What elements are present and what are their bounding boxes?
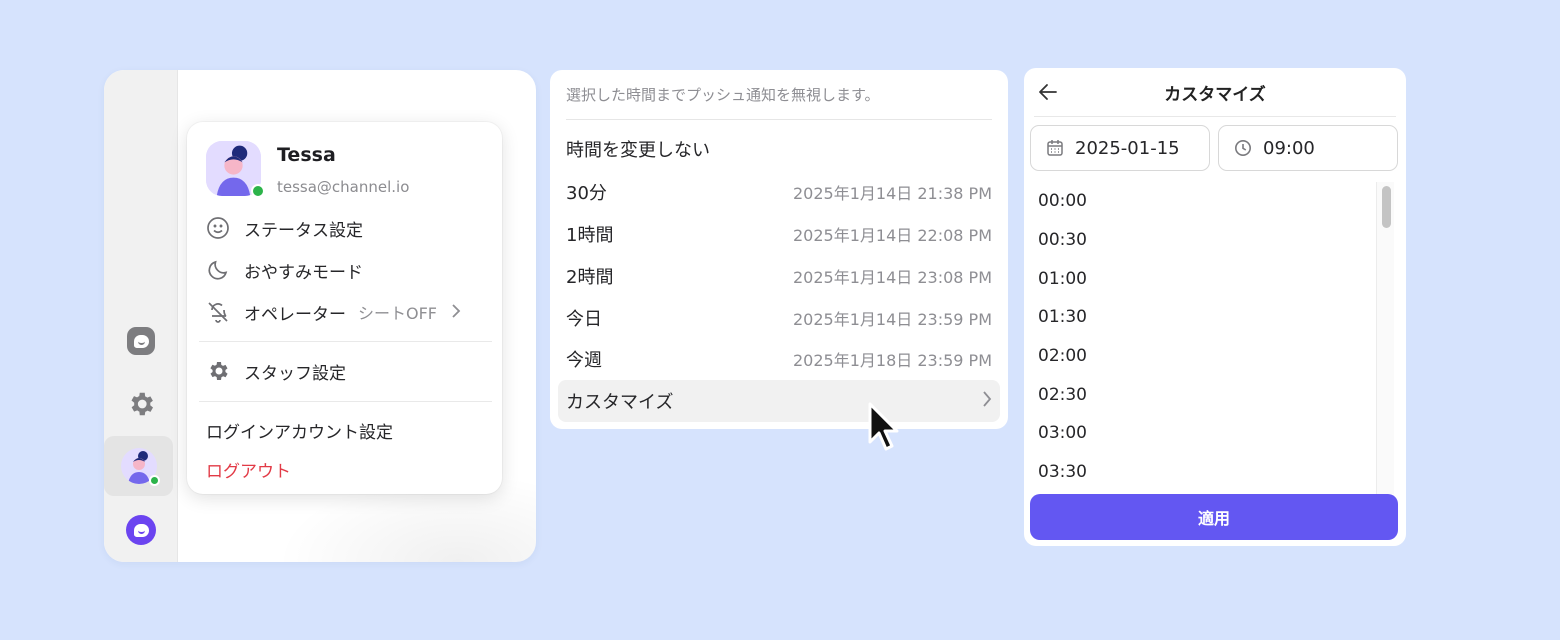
time-option[interactable]: 00:30 (1030, 221, 1376, 260)
sidebar-settings-button[interactable] (104, 374, 178, 434)
chevron-right-icon (451, 303, 461, 322)
sidebar (104, 70, 178, 562)
snooze-option[interactable]: 30分 2025年1月14日 21:38 PM (558, 171, 1000, 213)
operator-item[interactable]: オペレーター シートOFF (206, 298, 486, 326)
login-account-settings-label: ログインアカウント設定 (206, 422, 393, 443)
snooze-option[interactable]: 1時間 2025年1月14日 22:08 PM (558, 213, 1000, 255)
time-option[interactable]: 01:00 (1030, 259, 1376, 298)
time-options-list: 00:00 00:30 01:00 01:30 02:00 02:30 03:0… (1030, 182, 1376, 492)
profile-name: Tessa (277, 144, 336, 166)
snooze-description: 選択した時間までプッシュ通知を無視します。 (566, 86, 880, 104)
menu-divider (199, 401, 492, 402)
operator-label: オペレーター (244, 304, 346, 325)
profile-avatar (206, 141, 265, 198)
back-arrow-icon (1039, 84, 1057, 100)
profile-menu: Tessa tessa@channel.io ステータス設定 おやすみモード オ… (187, 122, 502, 494)
snooze-option[interactable]: 2時間 2025年1月14日 23:08 PM (558, 255, 1000, 297)
divider (1034, 116, 1396, 117)
mouse-pointer-icon (868, 402, 899, 451)
clock-icon (1233, 138, 1253, 158)
snooze-option[interactable]: 時間を変更しない (558, 128, 1000, 170)
menu-divider (199, 341, 492, 342)
online-status-dot (251, 184, 265, 198)
smiley-icon (206, 216, 230, 240)
operator-value: シートOFF (358, 304, 438, 323)
bell-off-icon (206, 300, 230, 324)
logout-item[interactable]: ログアウト (206, 455, 486, 483)
scrollbar-thumb[interactable] (1382, 186, 1391, 228)
time-option[interactable]: 03:00 (1030, 414, 1376, 453)
login-account-settings-item[interactable]: ログインアカウント設定 (206, 416, 486, 444)
status-settings-label: ステータス設定 (244, 220, 363, 241)
snooze-option-label: 30分 (566, 183, 607, 204)
date-value: 2025-01-15 (1075, 137, 1180, 159)
time-field[interactable]: 09:00 (1218, 125, 1398, 171)
snooze-option-time: 2025年1月14日 23:59 PM (793, 310, 992, 329)
snooze-option-time: 2025年1月14日 22:08 PM (793, 226, 992, 245)
moon-icon (206, 258, 230, 282)
snooze-option-label: 今週 (566, 350, 602, 371)
time-option[interactable]: 01:30 (1030, 298, 1376, 337)
avatar (120, 448, 160, 486)
time-option[interactable]: 02:30 (1030, 375, 1376, 414)
snooze-option-label: 今日 (566, 309, 602, 330)
snooze-option[interactable]: 今週 2025年1月18日 23:59 PM (558, 338, 1000, 380)
gear-icon (206, 359, 230, 383)
snooze-option-time: 2025年1月14日 21:38 PM (793, 184, 992, 203)
dnd-mode-item[interactable]: おやすみモード (206, 256, 486, 284)
gear-icon (131, 392, 153, 416)
customize-panel: カスタマイズ 2025-01-15 09:00 00:00 00:30 01:0… (1024, 68, 1406, 546)
channel-talk-icon (127, 327, 155, 355)
snooze-option-time: 2025年1月14日 23:08 PM (793, 268, 992, 287)
calendar-icon (1045, 138, 1065, 158)
sidebar-profile-button[interactable] (104, 436, 173, 496)
scrollbar[interactable] (1376, 182, 1394, 494)
snooze-option-label: 2時間 (566, 267, 614, 288)
time-option[interactable]: 00:00 (1030, 182, 1376, 221)
snooze-customize-option[interactable]: カスタマイズ (558, 380, 1000, 422)
time-option[interactable]: 02:00 (1030, 337, 1376, 376)
date-field[interactable]: 2025-01-15 (1030, 125, 1210, 171)
snooze-option-time: 2025年1月18日 23:59 PM (793, 351, 992, 370)
online-status-dot (148, 475, 160, 486)
snooze-option[interactable]: 今日 2025年1月14日 23:59 PM (558, 297, 1000, 339)
staff-settings-item[interactable]: スタッフ設定 (206, 357, 486, 385)
customize-title: カスタマイズ (1164, 85, 1266, 105)
time-value: 09:00 (1263, 137, 1315, 159)
divider (566, 119, 992, 120)
snooze-option-label: 1時間 (566, 225, 614, 246)
logout-label: ログアウト (206, 461, 291, 482)
snooze-panel: 選択した時間までプッシュ通知を無視します。 時間を変更しない 30分 2025年… (550, 70, 1008, 429)
status-settings-item[interactable]: ステータス設定 (206, 214, 486, 242)
sidebar-channel-button[interactable] (104, 311, 178, 371)
channel-talk-icon (126, 515, 156, 545)
snooze-option-label: 時間を変更しない (566, 140, 710, 161)
dnd-mode-label: おやすみモード (244, 262, 363, 283)
back-button[interactable] (1036, 80, 1060, 104)
sidebar-brand-button[interactable] (104, 500, 178, 560)
time-option[interactable]: 03:30 (1030, 453, 1376, 492)
chevron-right-icon (982, 390, 992, 412)
snooze-customize-label: カスタマイズ (566, 392, 674, 413)
apply-button[interactable]: 適用 (1030, 494, 1398, 540)
staff-settings-label: スタッフ設定 (244, 363, 346, 384)
profile-email: tessa@channel.io (277, 178, 410, 196)
